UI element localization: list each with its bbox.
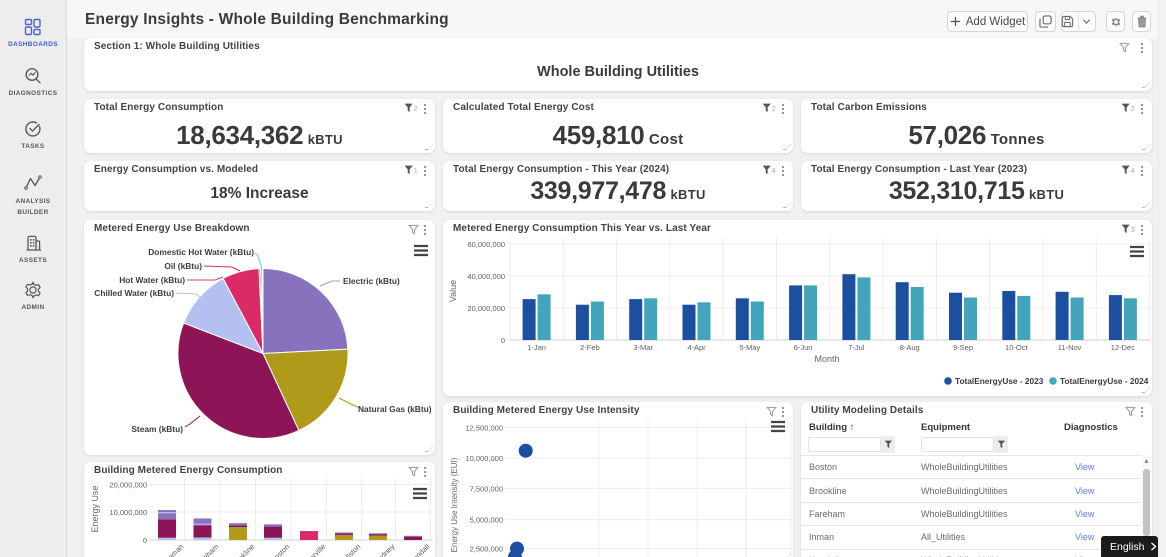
- svg-text:Inman: Inman: [164, 542, 185, 557]
- svg-text:Rodney: Rodney: [372, 542, 397, 557]
- svg-text:Value: Value: [448, 280, 458, 302]
- svg-text:10,000,000: 10,000,000: [109, 508, 147, 517]
- svg-text:Domestic Hot Water (kBtu): Domestic Hot Water (kBtu): [148, 247, 254, 257]
- svg-text:Somerville: Somerville: [296, 542, 327, 557]
- svg-text:60,000,000: 60,000,000: [467, 240, 505, 249]
- svg-text:6-Jun: 6-Jun: [794, 343, 813, 352]
- svg-text:4-Apr: 4-Apr: [687, 343, 706, 352]
- svg-text:2,500,000: 2,500,000: [470, 545, 503, 554]
- svg-text:Energy Use Intensity (EUI): Energy Use Intensity (EUI): [450, 457, 459, 552]
- svg-text:TotalEnergyUse - 2023: TotalEnergyUse - 2023: [955, 376, 1044, 386]
- svg-text:Electric (kBtu): Electric (kBtu): [343, 276, 400, 286]
- svg-text:Month: Month: [814, 354, 839, 364]
- svg-text:2-Feb: 2-Feb: [580, 343, 600, 352]
- svg-text:Fareham: Fareham: [193, 542, 221, 557]
- svg-text:TotalEnergyUse - 2024: TotalEnergyUse - 2024: [1060, 376, 1149, 386]
- svg-text:8-Aug: 8-Aug: [900, 343, 920, 352]
- svg-text:20,000,000: 20,000,000: [109, 481, 147, 490]
- svg-text:Steam (kBtu): Steam (kBtu): [131, 424, 183, 434]
- svg-text:9-Sep: 9-Sep: [953, 343, 973, 352]
- svg-text:20,000,000: 20,000,000: [467, 304, 505, 313]
- svg-text:Energy Use: Energy Use: [90, 485, 100, 532]
- svg-text:Natural Gas (kBtu): Natural Gas (kBtu): [358, 404, 432, 414]
- svg-text:Hot Water (kBtu): Hot Water (kBtu): [119, 275, 185, 285]
- svg-text:12,500,000: 12,500,000: [465, 423, 503, 432]
- svg-text:7-Jul: 7-Jul: [848, 343, 865, 352]
- svg-text:Oil (kBtu): Oil (kBtu): [164, 261, 202, 271]
- svg-text:2: 2: [414, 106, 418, 113]
- svg-text:Chilled Water (kBtu): Chilled Water (kBtu): [94, 288, 174, 298]
- svg-text:0: 0: [143, 536, 147, 545]
- svg-text:4: 4: [772, 168, 776, 175]
- svg-text:7,500,000: 7,500,000: [470, 484, 503, 493]
- svg-text:Boston: Boston: [269, 542, 292, 557]
- svg-text:Allston: Allston: [340, 542, 362, 557]
- svg-text:4: 4: [1131, 168, 1135, 175]
- svg-text:2: 2: [1131, 106, 1135, 113]
- svg-text:0: 0: [501, 336, 505, 345]
- svg-text:1: 1: [414, 168, 418, 175]
- svg-text:40,000,000: 40,000,000: [467, 272, 505, 281]
- svg-text:5-May: 5-May: [739, 343, 760, 352]
- svg-text:Kendall: Kendall: [407, 542, 431, 557]
- svg-text:5,000,000: 5,000,000: [470, 516, 503, 525]
- svg-text:3-Mar: 3-Mar: [633, 343, 653, 352]
- svg-text:12-Dec: 12-Dec: [1111, 343, 1135, 352]
- svg-text:Brookline: Brookline: [228, 542, 256, 557]
- svg-text:2: 2: [772, 106, 776, 113]
- svg-text:1-Jan: 1-Jan: [527, 343, 546, 352]
- svg-text:11-Nov: 11-Nov: [1058, 343, 1082, 352]
- svg-text:10-Oct: 10-Oct: [1005, 343, 1028, 352]
- svg-text:10,000,000: 10,000,000: [465, 454, 503, 463]
